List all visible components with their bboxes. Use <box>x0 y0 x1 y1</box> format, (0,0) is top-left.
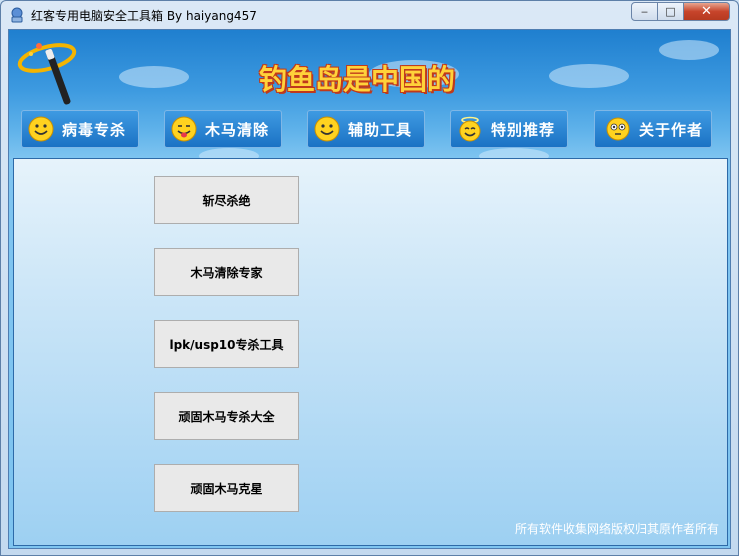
nav-button-about-author[interactable]: 关于作者 <box>594 110 712 148</box>
nav-bar: 病毒专杀 木马清除 辅助工具 特别推荐 关于作者 <box>9 110 730 150</box>
tool-button-stubborn-trojan-killer[interactable]: 顽固木马克星 <box>154 464 299 512</box>
nav-button-aux-tools[interactable]: 辅助工具 <box>307 110 425 148</box>
tool-button-trojan-expert[interactable]: 木马清除专家 <box>154 248 299 296</box>
nav-label: 病毒专杀 <box>62 120 127 139</box>
copyright-footer: 所有软件收集网络版权归其原作者所有 <box>514 522 719 536</box>
nav-label: 特别推荐 <box>491 120 556 139</box>
minimize-button[interactable]: ‒ <box>631 2 658 21</box>
eyes-face-icon <box>606 117 630 141</box>
nav-label: 木马清除 <box>205 120 270 139</box>
smiley-icon <box>28 116 54 142</box>
app-window: 红客专用电脑安全工具箱 By haiyang457 ‒ □ ✕ 钓鱼岛是中国的 <box>0 0 739 556</box>
nav-label: 关于作者 <box>639 120 704 139</box>
cloud-decoration <box>549 64 629 88</box>
client-area: 钓鱼岛是中国的 病毒专杀 木马清除 辅助工具 特别推荐 关于作者 斩尽杀绝 木马… <box>8 29 731 549</box>
tongue-face-icon <box>171 116 197 142</box>
minimize-icon: ‒ <box>641 5 648 18</box>
nav-button-virus-kill[interactable]: 病毒专杀 <box>21 110 139 148</box>
tool-button-lpk-usp10[interactable]: lpk/usp10专杀工具 <box>154 320 299 368</box>
title-bar[interactable]: 红客专用电脑安全工具箱 By haiyang457 ‒ □ ✕ <box>1 1 738 29</box>
app-icon <box>11 7 23 23</box>
nav-label: 辅助工具 <box>348 120 413 139</box>
cloud-decoration <box>659 40 719 60</box>
tools-panel: 斩尽杀绝 木马清除专家 lpk/usp10专杀工具 顽固木马专杀大全 顽固木马克… <box>13 158 728 546</box>
maximize-button[interactable]: □ <box>658 2 684 21</box>
smiley-icon <box>314 116 340 142</box>
window-title: 红客专用电脑安全工具箱 By haiyang457 <box>31 9 257 23</box>
close-icon: ✕ <box>701 4 712 19</box>
nav-button-special-recommend[interactable]: 特别推荐 <box>450 110 568 148</box>
cloud-decoration <box>119 66 189 88</box>
angel-face-icon <box>459 116 481 142</box>
maximize-icon: □ <box>665 5 676 18</box>
tool-button-zhanjinshajue[interactable]: 斩尽杀绝 <box>154 176 299 224</box>
window-controls: ‒ □ ✕ <box>631 2 730 21</box>
close-button[interactable]: ✕ <box>684 2 730 21</box>
banner-text: 钓鱼岛是中国的 <box>259 63 456 96</box>
tool-button-stubborn-trojan-collection[interactable]: 顽固木马专杀大全 <box>154 392 299 440</box>
magic-wand-logo-icon <box>17 43 77 105</box>
nav-button-trojan-clean[interactable]: 木马清除 <box>164 110 282 148</box>
